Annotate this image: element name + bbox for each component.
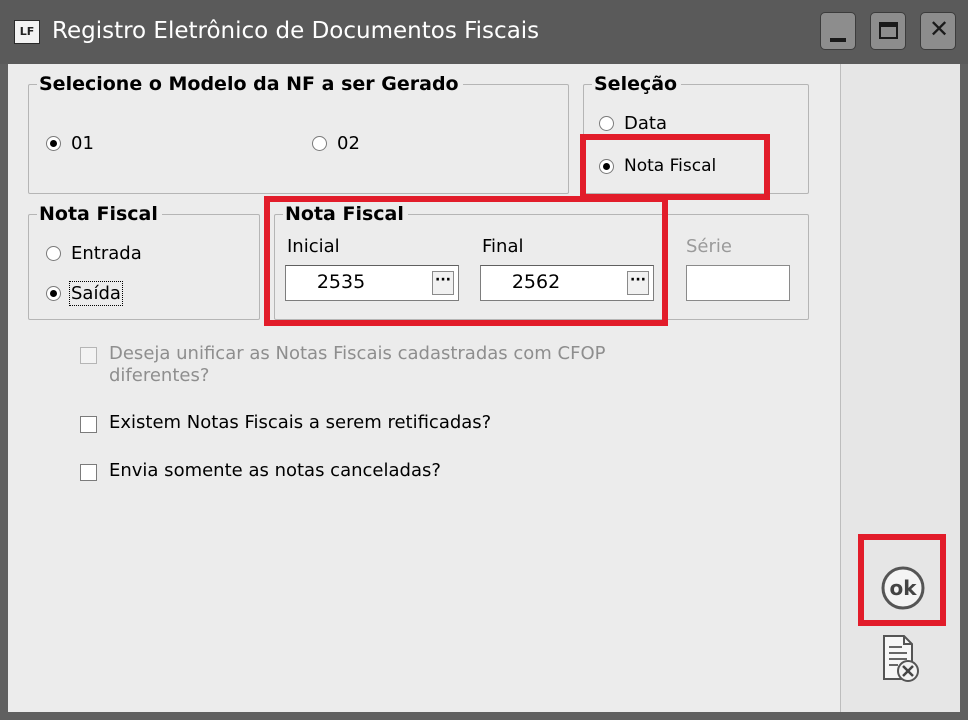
checkbox-label: Envia somente as notas canceladas? (109, 460, 441, 481)
selecao-legend: Seleção (592, 73, 682, 95)
checkbox-retificadas[interactable]: Existem Notas Fiscais a serem retificada… (80, 412, 700, 433)
radio-saida[interactable]: Saída (46, 281, 123, 306)
serie-input[interactable] (686, 265, 790, 301)
checkbox-icon (80, 464, 97, 481)
radio-unselected-icon (312, 136, 327, 151)
checkbox-canceladas[interactable]: Envia somente as notas canceladas? (80, 460, 700, 481)
radio-entrada[interactable]: Entrada (46, 243, 142, 264)
radio-selecao-data[interactable]: Data (599, 113, 667, 134)
checkbox-unificar-cfop[interactable]: Deseja unificar as Notas Fiscais cadastr… (80, 343, 700, 387)
tipo-nota-legend: Nota Fiscal (37, 203, 162, 225)
dialog-window: LF Registro Eletrônico de Documentos Fis… (0, 0, 968, 720)
radio-selected-icon (46, 136, 61, 151)
modelo-group: Selecione o Modelo da NF a ser Gerado 01… (28, 73, 569, 194)
checkbox-icon (80, 347, 97, 364)
highlight-box-ok (858, 534, 946, 626)
radio-unselected-icon (599, 116, 614, 131)
window-title: Registro Eletrônico de Documentos Fiscai… (52, 18, 540, 44)
app-icon: LF (14, 20, 40, 44)
radio-label: 01 (71, 133, 94, 154)
tipo-nota-group: Nota Fiscal Entrada Saída (28, 203, 260, 320)
radio-label: Entrada (71, 243, 142, 264)
minimize-icon (830, 38, 846, 42)
radio-label: Saída (69, 281, 123, 306)
checkbox-icon (80, 416, 97, 433)
modelo-legend: Selecione o Modelo da NF a ser Gerado (37, 73, 463, 95)
minimize-button[interactable] (820, 12, 856, 50)
close-icon: ✕ (928, 15, 950, 43)
highlight-box-range (264, 196, 668, 326)
title-bar[interactable]: LF Registro Eletrônico de Documentos Fis… (0, 0, 968, 64)
serie-label: Série (686, 236, 732, 257)
radio-selected-icon (46, 286, 61, 301)
radio-unselected-icon (46, 246, 61, 261)
close-button[interactable]: ✕ (920, 12, 956, 50)
maximize-icon (879, 22, 898, 39)
radio-modelo-01[interactable]: 01 (46, 133, 94, 154)
checkbox-label: Deseja unificar as Notas Fiscais cadastr… (109, 343, 606, 386)
cancel-button[interactable] (878, 633, 922, 685)
highlight-box-selecao (580, 134, 770, 200)
document-cancel-icon (883, 635, 919, 682)
radio-label: 02 (337, 133, 360, 154)
radio-label: Data (624, 113, 667, 134)
radio-modelo-02[interactable]: 02 (312, 133, 360, 154)
maximize-button[interactable] (870, 12, 906, 50)
checkbox-label: Existem Notas Fiscais a serem retificada… (109, 412, 492, 433)
